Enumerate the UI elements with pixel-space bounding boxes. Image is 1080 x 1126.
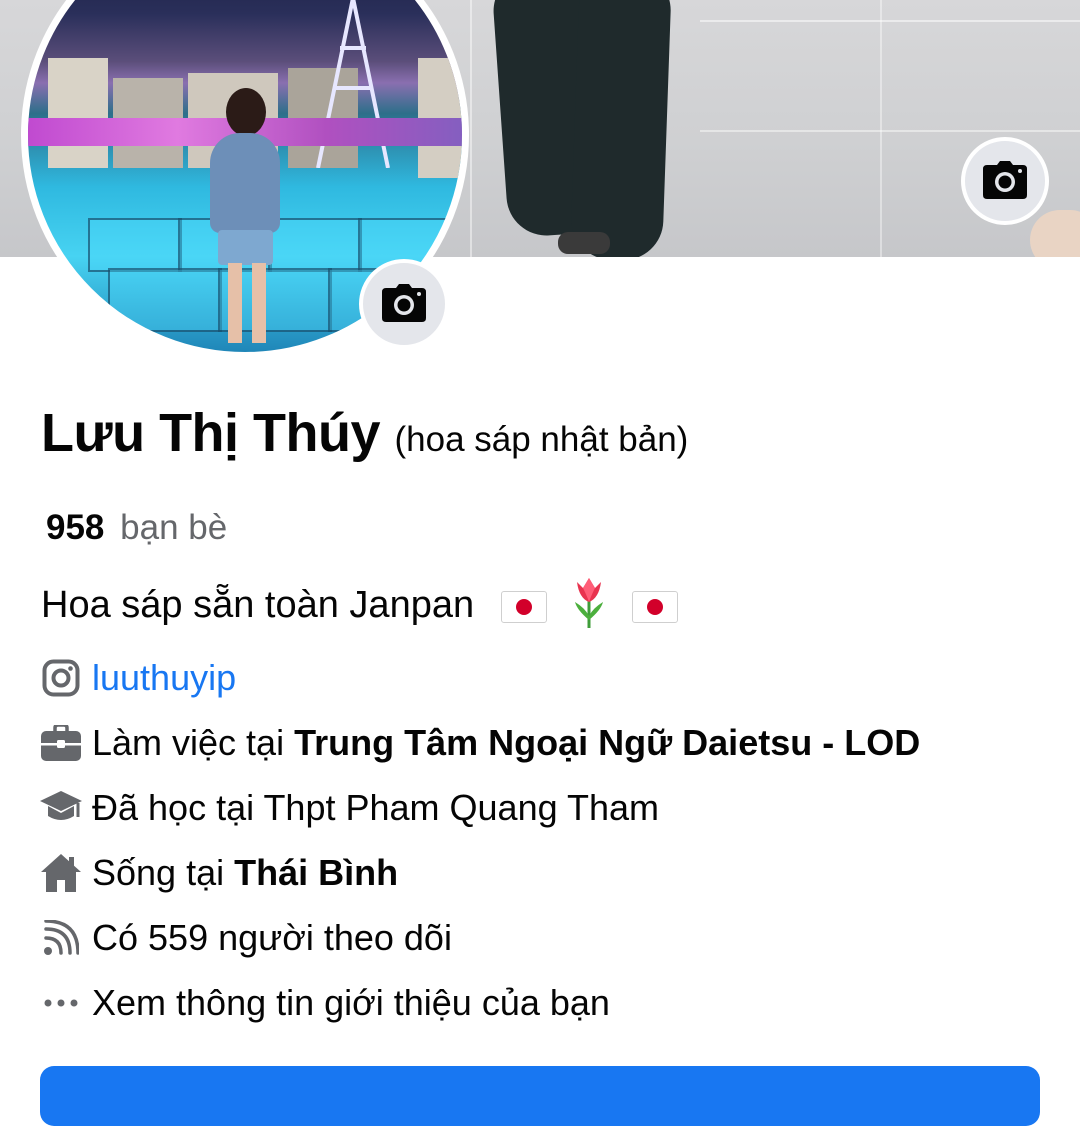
- profile-details: luuthuyip Làm việc tại Trung Tâm Ngoại N…: [40, 645, 920, 1035]
- education-row: Đã học tại Thpt Pham Quang Tham: [40, 775, 920, 840]
- profile-name: Lưu Thị Thúy: [41, 403, 381, 463]
- camera-icon: [983, 160, 1027, 202]
- briefcase-icon: [40, 722, 82, 764]
- japan-flag-icon: [500, 591, 547, 623]
- lives-place[interactable]: Thái Bình: [234, 852, 398, 894]
- japan-flag-icon: [631, 591, 678, 623]
- bio-text: Hoa sáp sẵn toàn Janpan: [41, 584, 475, 627]
- see-about-row[interactable]: Xem thông tin giới thiệu của bạn: [40, 970, 920, 1035]
- edit-cover-photo-button[interactable]: [961, 137, 1049, 225]
- graduation-cap-icon: [40, 787, 82, 829]
- work-place[interactable]: Trung Tâm Ngoại Ngữ Daietsu - LOD: [294, 722, 920, 764]
- work-prefix: Làm việc tại: [92, 721, 285, 763]
- followers-text: Có 559 người theo dõi: [92, 916, 452, 958]
- see-about-text: Xem thông tin giới thiệu của bạn: [92, 981, 610, 1023]
- work-row: Làm việc tại Trung Tâm Ngoại Ngữ Daietsu…: [40, 710, 920, 775]
- friends-count-link[interactable]: 958 bạn bè: [46, 508, 227, 548]
- tulip-icon: [569, 576, 609, 638]
- instagram-icon: [40, 657, 82, 699]
- home-icon: [40, 852, 82, 894]
- lives-prefix: Sống tại: [92, 851, 225, 893]
- primary-action-button[interactable]: [40, 1066, 1040, 1126]
- avatar-person: [226, 88, 266, 136]
- alternate-name: (hoa sáp nhật bản): [394, 420, 689, 459]
- lives-in-row: Sống tại Thái Bình: [40, 840, 920, 905]
- instagram-link[interactable]: luuthuyip: [92, 657, 236, 699]
- education-text: Đã học tại Thpt Pham Quang Tham: [92, 786, 659, 828]
- friends-label: bạn bè: [120, 508, 228, 547]
- bio: Hoa sáp sẵn toàn Janpan: [41, 576, 684, 638]
- more-dots-icon: [40, 982, 82, 1024]
- edit-profile-picture-button[interactable]: [359, 259, 449, 349]
- profile-name-row: Lưu Thị Thúy (hoa sáp nhật bản): [41, 402, 688, 464]
- rss-icon: [40, 917, 82, 959]
- instagram-row[interactable]: luuthuyip: [40, 645, 920, 710]
- camera-icon: [382, 283, 426, 325]
- cover-person-leg: [569, 0, 673, 257]
- followers-row[interactable]: Có 559 người theo dõi: [40, 905, 920, 970]
- friends-count: 958: [46, 508, 105, 547]
